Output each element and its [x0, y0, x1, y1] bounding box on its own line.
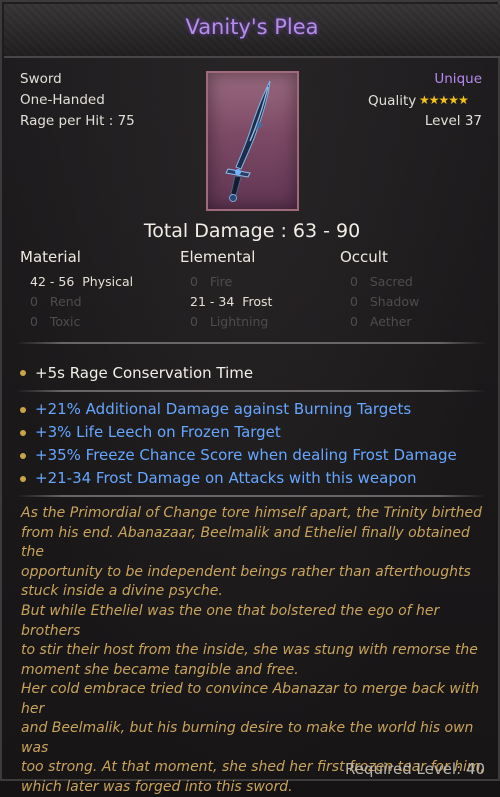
rend-damage: 0 Rend	[30, 294, 82, 309]
aether-value: 0	[350, 314, 358, 329]
rage-per-hit: Rage per Hit : 75	[20, 113, 135, 129]
fire-value: 0	[190, 274, 198, 289]
frost-value: 21 - 34	[190, 294, 234, 309]
required-level: Required Level: 40	[345, 760, 485, 778]
physical-damage: 42 - 56 Physical	[30, 274, 133, 289]
title-bar: Vanity's Plea	[4, 4, 500, 58]
rend-label: Rend	[50, 294, 82, 309]
affix-line: +35% Freeze Chance Score when dealing Fr…	[35, 446, 457, 464]
affix-line: +21-34 Frost Damage on Attacks with this…	[35, 469, 417, 487]
physical-value: 42 - 56	[30, 274, 74, 289]
sword-icon	[208, 73, 297, 209]
bullet-icon	[20, 407, 26, 413]
occult-header: Occult	[340, 248, 388, 266]
lore-line: opportunity to be independent beings rat…	[21, 563, 491, 583]
lore-line: As the Primordial of Change tore himself…	[21, 504, 491, 524]
item-tooltip: Vanity's Plea Sword One-Handed Rage per …	[0, 0, 500, 781]
quality-label: Quality	[368, 93, 416, 109]
elemental-header: Elemental	[180, 248, 255, 266]
bullet-icon	[20, 370, 26, 376]
divider	[16, 390, 486, 392]
shadow-value: 0	[350, 294, 358, 309]
lore-line: Her cold embrace tried to convince Abana…	[21, 680, 491, 719]
star-icon: ★	[429, 93, 439, 107]
star-icon: ★	[458, 93, 468, 107]
rend-value: 0	[30, 294, 38, 309]
weapon-portrait	[206, 71, 299, 211]
frost-label: Frost	[242, 294, 272, 309]
bullet-icon	[20, 476, 26, 482]
divider	[16, 342, 486, 344]
lore-paragraph-1: As the Primordial of Change tore himself…	[21, 504, 491, 602]
sacred-damage: 0 Sacred	[350, 274, 413, 289]
sacred-label: Sacred	[370, 274, 413, 289]
item-name: Vanity's Plea	[4, 15, 500, 39]
star-icon: ★	[419, 93, 429, 107]
handedness: One-Handed	[20, 92, 105, 108]
lore-paragraph-3: Her cold embrace tried to convince Abana…	[21, 680, 491, 797]
star-icon: ★	[448, 93, 458, 107]
fire-label: Fire	[210, 274, 232, 289]
rarity-label: Unique	[434, 71, 482, 87]
lore-paragraph-2: But while Etheliel was the one that bols…	[21, 602, 491, 680]
lightning-label: Lightning	[210, 314, 268, 329]
toxic-label: Toxic	[50, 314, 81, 329]
shadow-label: Shadow	[370, 294, 419, 309]
shadow-damage: 0 Shadow	[350, 294, 419, 309]
divider	[16, 495, 486, 497]
frost-damage: 21 - 34 Frost	[190, 294, 272, 309]
lore-line: and Beelmalik, but his burning desire to…	[21, 719, 491, 758]
lore-line: stuck inside a divine psyche.	[21, 582, 491, 602]
fire-damage: 0 Fire	[190, 274, 232, 289]
star-icon: ★	[439, 93, 449, 107]
quality-stars: ★★★★★	[419, 93, 468, 107]
total-damage: Total Damage : 63 - 90	[2, 220, 500, 242]
toxic-damage: 0 Toxic	[30, 314, 80, 329]
physical-label: Physical	[82, 274, 133, 289]
sacred-value: 0	[350, 274, 358, 289]
lightning-damage: 0 Lightning	[190, 314, 268, 329]
affix-line: +3% Life Leech on Frozen Target	[35, 423, 281, 441]
lore-line: to stir their host from the inside, she …	[21, 641, 491, 661]
lightning-value: 0	[190, 314, 198, 329]
lore-line: which later was forged into this sword.	[21, 778, 491, 797]
bullet-icon	[20, 430, 26, 436]
toxic-value: 0	[30, 314, 38, 329]
lore-line: from his end. Abanazaar, Beelmalik and E…	[21, 524, 491, 563]
lore-line: But while Etheliel was the one that bols…	[21, 602, 491, 641]
lore-line: moment she became tangible and free.	[21, 661, 491, 681]
bullet-icon	[20, 453, 26, 459]
aether-damage: 0 Aether	[350, 314, 412, 329]
base-affix: +5s Rage Conservation Time	[35, 364, 253, 382]
item-level: Level 37	[425, 113, 482, 129]
aether-label: Aether	[370, 314, 412, 329]
material-header: Material	[20, 248, 81, 266]
weapon-type: Sword	[20, 71, 62, 87]
affix-line: +21% Additional Damage against Burning T…	[35, 400, 411, 418]
